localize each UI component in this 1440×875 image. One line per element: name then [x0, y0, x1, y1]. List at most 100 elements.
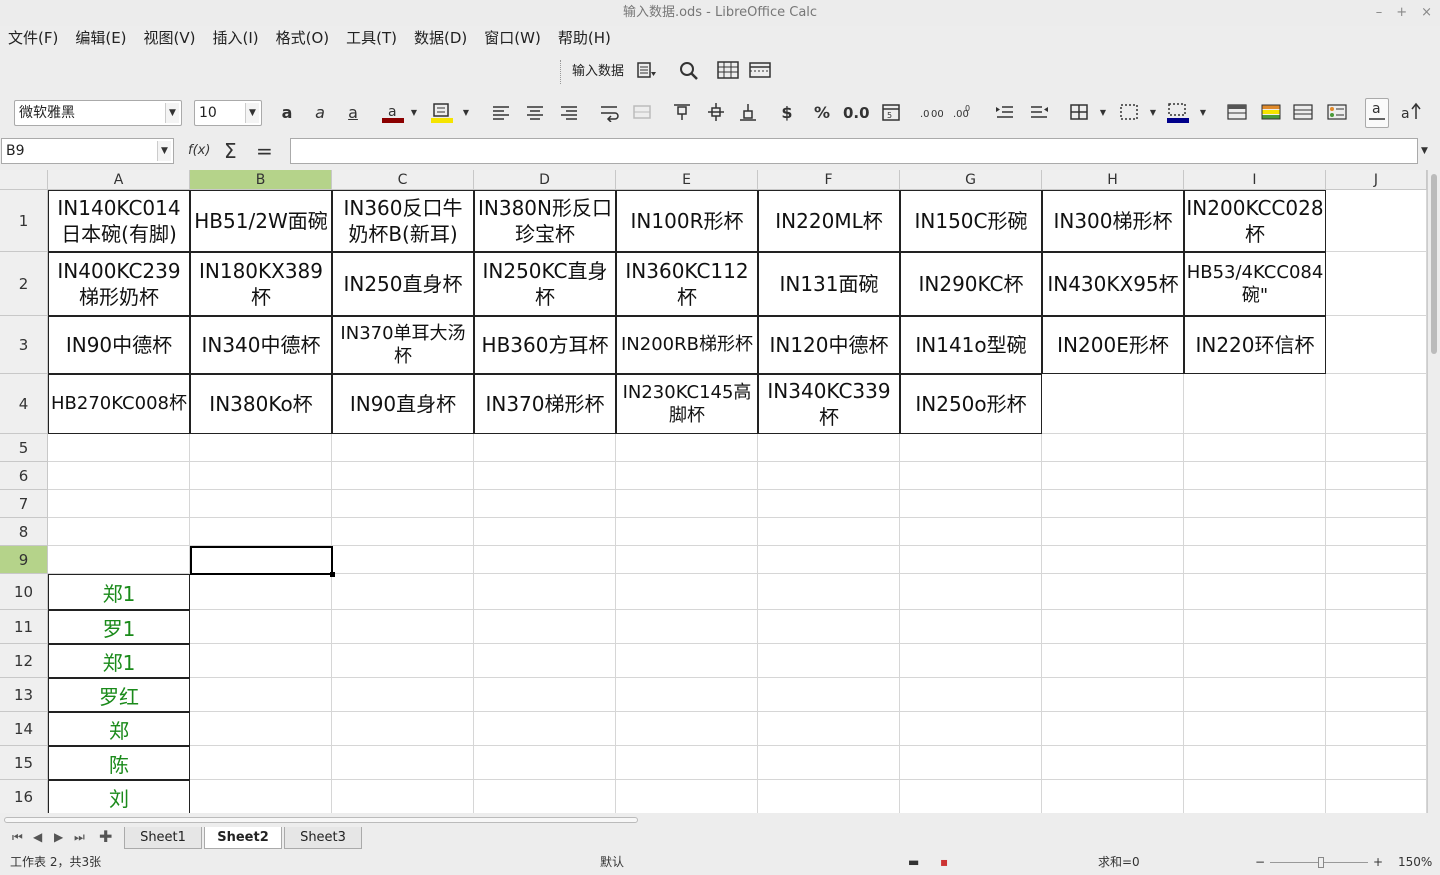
cell-e12[interactable]	[616, 644, 758, 678]
cell-g5[interactable]	[900, 434, 1042, 462]
search-icon[interactable]	[678, 60, 700, 84]
cell-c12[interactable]	[332, 644, 474, 678]
align-center-icon[interactable]	[523, 102, 547, 124]
cell-d11[interactable]	[474, 610, 616, 644]
horizontal-scroll-thumb[interactable]	[4, 817, 638, 823]
cell-i15[interactable]	[1184, 746, 1326, 780]
cell-d5[interactable]	[474, 434, 616, 462]
cell-a8[interactable]	[48, 518, 190, 546]
cell-b5[interactable]	[190, 434, 332, 462]
cell-a15[interactable]: 陈	[48, 746, 190, 780]
data-bar-icon[interactable]	[1291, 102, 1315, 124]
cell-h1[interactable]: IN300梯形杯	[1042, 190, 1184, 252]
cell-e9[interactable]	[616, 546, 758, 574]
cell-g4[interactable]: IN250o形杯	[900, 374, 1042, 434]
row-header-15[interactable]: 15	[0, 746, 48, 780]
cell-g10[interactable]	[900, 574, 1042, 610]
cell-d3[interactable]: HB360方耳杯	[474, 316, 616, 374]
cell-b14[interactable]	[190, 712, 332, 746]
cell-f14[interactable]	[758, 712, 900, 746]
menu-insert[interactable]: 插入(I)	[213, 26, 259, 50]
cell-h12[interactable]	[1042, 644, 1184, 678]
cell-f4[interactable]: IN340KC339杯	[758, 374, 900, 434]
cell-e16[interactable]	[616, 780, 758, 813]
conditional-format-icon[interactable]	[1225, 102, 1249, 124]
name-box[interactable]: B9 ▼	[1, 138, 174, 164]
maximize-button[interactable]: +	[1396, 0, 1407, 26]
cell-e5[interactable]	[616, 434, 758, 462]
cell-h5[interactable]	[1042, 434, 1184, 462]
cell-e1[interactable]: IN100R形杯	[616, 190, 758, 252]
cell-f15[interactable]	[758, 746, 900, 780]
cell-f7[interactable]	[758, 490, 900, 518]
tab-sheet1[interactable]: Sheet1	[124, 827, 202, 849]
row-header-10[interactable]: 10	[0, 574, 48, 610]
column-header-d[interactable]: D	[474, 170, 616, 190]
cell-f12[interactable]	[758, 644, 900, 678]
cell-a16[interactable]: 刘	[48, 780, 190, 813]
cell-j4[interactable]	[1326, 374, 1427, 434]
cell-i10[interactable]	[1184, 574, 1326, 610]
row-header-1[interactable]: 1	[0, 190, 48, 252]
date-format-icon[interactable]: 5	[879, 102, 903, 124]
cell-b8[interactable]	[190, 518, 332, 546]
cell-j3[interactable]	[1326, 316, 1427, 374]
font-color-icon[interactable]: a	[381, 102, 405, 124]
cell-h7[interactable]	[1042, 490, 1184, 518]
cell-i3[interactable]: IN220环信杯	[1184, 316, 1326, 374]
menu-edit[interactable]: 编辑(E)	[75, 26, 126, 50]
cell-a12[interactable]: 郑1	[48, 644, 190, 678]
tab-sheet2[interactable]: Sheet2	[204, 827, 282, 849]
vertical-scroll-thumb[interactable]	[1431, 174, 1437, 354]
cell-c2[interactable]: IN250直身杯	[332, 252, 474, 316]
cell-h13[interactable]	[1042, 678, 1184, 712]
cell-f2[interactable]: IN131面碗	[758, 252, 900, 316]
add-decimal-icon[interactable]: .0 00	[919, 102, 944, 124]
cell-e13[interactable]	[616, 678, 758, 712]
cell-f3[interactable]: IN120中德杯	[758, 316, 900, 374]
wrap-text-icon[interactable]	[597, 102, 621, 124]
cell-i1[interactable]: IN200KCC028杯	[1184, 190, 1326, 252]
decrease-indent-icon[interactable]	[1027, 102, 1051, 124]
cell-h4[interactable]	[1042, 374, 1184, 434]
cell-a4[interactable]: HB270KC008杯	[48, 374, 190, 434]
autofill-handle[interactable]	[330, 572, 335, 577]
cell-i16[interactable]	[1184, 780, 1326, 813]
cell-g2[interactable]: IN290KC杯	[900, 252, 1042, 316]
cell-h2[interactable]: IN430KX95杯	[1042, 252, 1184, 316]
cell-g13[interactable]	[900, 678, 1042, 712]
cell-g6[interactable]	[900, 462, 1042, 490]
cell-b7[interactable]	[190, 490, 332, 518]
last-sheet-icon[interactable]: ⏭	[74, 830, 85, 845]
cell-d1[interactable]: IN380N形反口珍宝杯	[474, 190, 616, 252]
bold-icon[interactable]: a	[275, 102, 299, 124]
cell-d2[interactable]: IN250KC直身杯	[474, 252, 616, 316]
column-header-c[interactable]: C	[332, 170, 474, 190]
cell-g15[interactable]	[900, 746, 1042, 780]
cell-j5[interactable]	[1326, 434, 1427, 462]
cell-d12[interactable]	[474, 644, 616, 678]
zoom-in-icon[interactable]: +	[1373, 850, 1383, 875]
next-sheet-icon[interactable]: ▶	[54, 830, 63, 844]
cell-c7[interactable]	[332, 490, 474, 518]
cell-i11[interactable]	[1184, 610, 1326, 644]
cell-f1[interactable]: IN220ML杯	[758, 190, 900, 252]
minimize-button[interactable]: –	[1376, 0, 1383, 26]
color-scale-icon[interactable]	[1259, 102, 1283, 124]
cell-j1[interactable]	[1326, 190, 1427, 252]
cell-g11[interactable]	[900, 610, 1042, 644]
font-size-combo[interactable]: 10 ▼	[194, 100, 262, 126]
percent-format-icon[interactable]: %	[810, 102, 834, 124]
cell-h11[interactable]	[1042, 610, 1184, 644]
row-header-11[interactable]: 11	[0, 610, 48, 644]
column-header-b[interactable]: B	[190, 170, 332, 190]
close-button[interactable]: ×	[1421, 0, 1432, 26]
cell-c13[interactable]	[332, 678, 474, 712]
cell-b1[interactable]: HB51/2W面碗	[190, 190, 332, 252]
cell-i2[interactable]: HB53/4KCC084碗"	[1184, 252, 1326, 316]
cell-i13[interactable]	[1184, 678, 1326, 712]
cell-j16[interactable]	[1326, 780, 1427, 813]
cell-e15[interactable]	[616, 746, 758, 780]
cell-a14[interactable]: 郑	[48, 712, 190, 746]
cell-b3[interactable]: IN340中德杯	[190, 316, 332, 374]
